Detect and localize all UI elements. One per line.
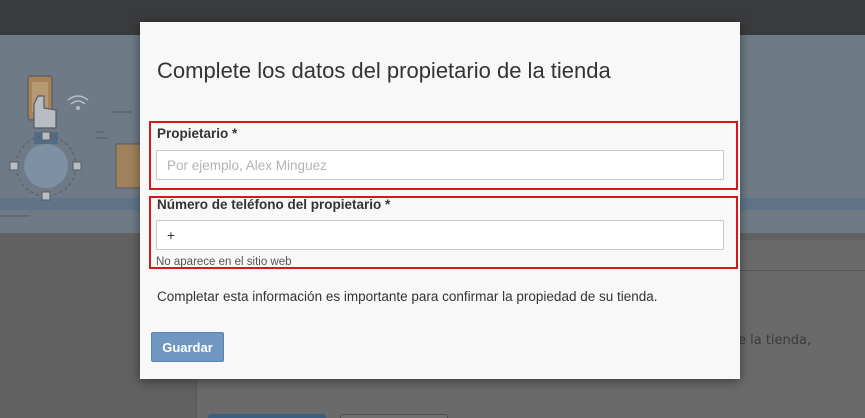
save-button[interactable]: Guardar xyxy=(151,332,224,362)
background-primary-button xyxy=(208,414,326,418)
owner-details-dialog: Complete los datos del propietario de la… xyxy=(140,22,740,379)
owner-label: Propietario * xyxy=(157,126,238,141)
phone-input[interactable] xyxy=(156,220,724,250)
info-note: Completar esta información es importante… xyxy=(157,289,658,304)
background-secondary-button xyxy=(340,414,448,418)
background-text: e la tienda, xyxy=(738,333,812,348)
phone-label: Número de teléfono del propietario * xyxy=(157,197,391,212)
owner-name-input[interactable] xyxy=(156,150,724,180)
banner-illustration xyxy=(0,75,140,217)
dialog-title: Complete los datos del propietario de la… xyxy=(157,58,611,83)
phone-hint: No aparece en el sitio web xyxy=(156,256,292,268)
